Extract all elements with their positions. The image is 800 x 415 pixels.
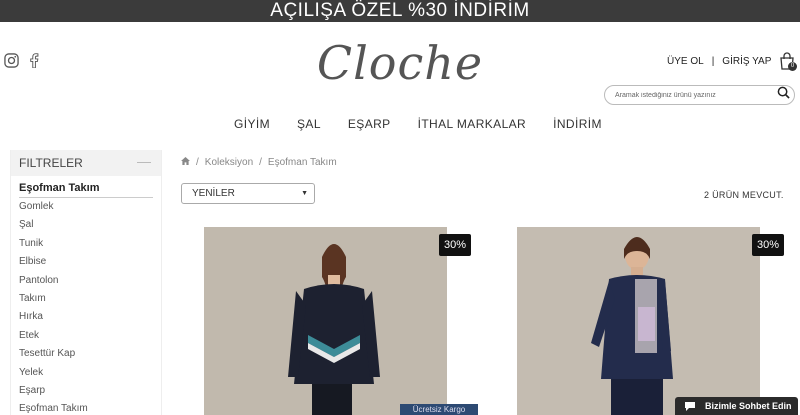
free-shipping-tag: Ücretsiz Kargo	[400, 404, 478, 415]
login-link[interactable]: GİRİŞ YAP	[722, 56, 771, 67]
breadcrumb-current: Eşofman Takım	[267, 157, 337, 168]
discount-badge: 30%	[439, 234, 471, 256]
filter-active-category[interactable]: Eşofman Takım	[19, 182, 153, 198]
breadcrumb-separator: /	[196, 157, 199, 168]
account-links: ÜYE OL | GİRİŞ YAP	[667, 56, 771, 67]
filter-category-list: Gomlek Şal Tunik Elbise Pantolon Takım H…	[19, 198, 161, 415]
product-card[interactable]: 30%	[517, 227, 784, 415]
collapse-icon[interactable]	[137, 162, 151, 163]
cart-count: 0	[788, 62, 797, 71]
sort-selected-value: YENİLER	[192, 188, 235, 199]
filter-item-pantolon[interactable]: Pantolon	[19, 272, 161, 290]
chat-icon	[685, 402, 695, 411]
search-icon[interactable]	[777, 86, 790, 104]
nav-item-ithal-markalar[interactable]: İTHAL MARKALAR	[418, 117, 527, 131]
nav-item-sal[interactable]: ŞAL	[297, 117, 321, 131]
promo-text: AÇILIŞA ÖZEL %30 İNDİRİM	[270, 0, 530, 21]
filter-item-yelek[interactable]: Yelek	[19, 364, 161, 382]
sort-select[interactable]: YENİLER ▼	[181, 183, 315, 204]
main-nav: GİYİM ŞAL EŞARP İTHAL MARKALAR İNDİRİM	[234, 117, 602, 131]
filter-item-hirka[interactable]: Hırka	[19, 308, 161, 326]
promo-banner: AÇILIŞA ÖZEL %30 İNDİRİM	[0, 0, 800, 22]
filter-item-takim[interactable]: Takım	[19, 290, 161, 308]
filter-item-etek[interactable]: Etek	[19, 327, 161, 345]
nav-item-esarp[interactable]: EŞARP	[348, 117, 391, 131]
chat-widget-button[interactable]: Bizimle Sohbet Edin	[675, 397, 798, 415]
filters-panel: FILTRELER Eşofman Takım Gomlek Şal Tunik…	[10, 150, 162, 415]
filter-item-tunik[interactable]: Tunik	[19, 235, 161, 253]
search-input[interactable]	[615, 91, 777, 99]
search-bar	[604, 85, 795, 105]
breadcrumb-collection[interactable]: Koleksiyon	[205, 157, 253, 168]
filter-item-esofman-takim[interactable]: Eşofman Takım	[19, 400, 161, 415]
home-icon[interactable]	[181, 157, 190, 168]
discount-badge: 30%	[752, 234, 784, 256]
product-image[interactable]	[517, 227, 760, 415]
result-count: 2 ÜRÜN MEVCUT.	[704, 190, 784, 200]
chat-label: Bizimle Sohbet Edin	[705, 401, 792, 411]
filter-item-esarp[interactable]: Eşarp	[19, 382, 161, 400]
filters-header[interactable]: FILTRELER	[11, 150, 161, 176]
breadcrumb: / Koleksiyon / Eşofman Takım	[181, 157, 337, 168]
product-image[interactable]	[204, 227, 447, 415]
filter-item-gomlek[interactable]: Gomlek	[19, 198, 161, 216]
filter-item-tesettur-kap[interactable]: Tesettür Kap	[19, 345, 161, 363]
filters-title: FILTRELER	[19, 156, 83, 170]
signup-link[interactable]: ÜYE OL	[667, 56, 704, 67]
chevron-down-icon: ▼	[301, 190, 308, 197]
nav-item-giyim[interactable]: GİYİM	[234, 117, 270, 131]
cart-button[interactable]: 0	[779, 52, 797, 72]
filter-item-sal[interactable]: Şal	[19, 216, 161, 234]
logo-text: Cloche	[316, 36, 484, 90]
product-card[interactable]: 30%	[204, 227, 471, 415]
nav-item-indirim[interactable]: İNDİRİM	[553, 117, 602, 131]
breadcrumb-separator: /	[259, 157, 262, 168]
filter-item-elbise[interactable]: Elbise	[19, 253, 161, 271]
account-separator: |	[711, 56, 715, 67]
